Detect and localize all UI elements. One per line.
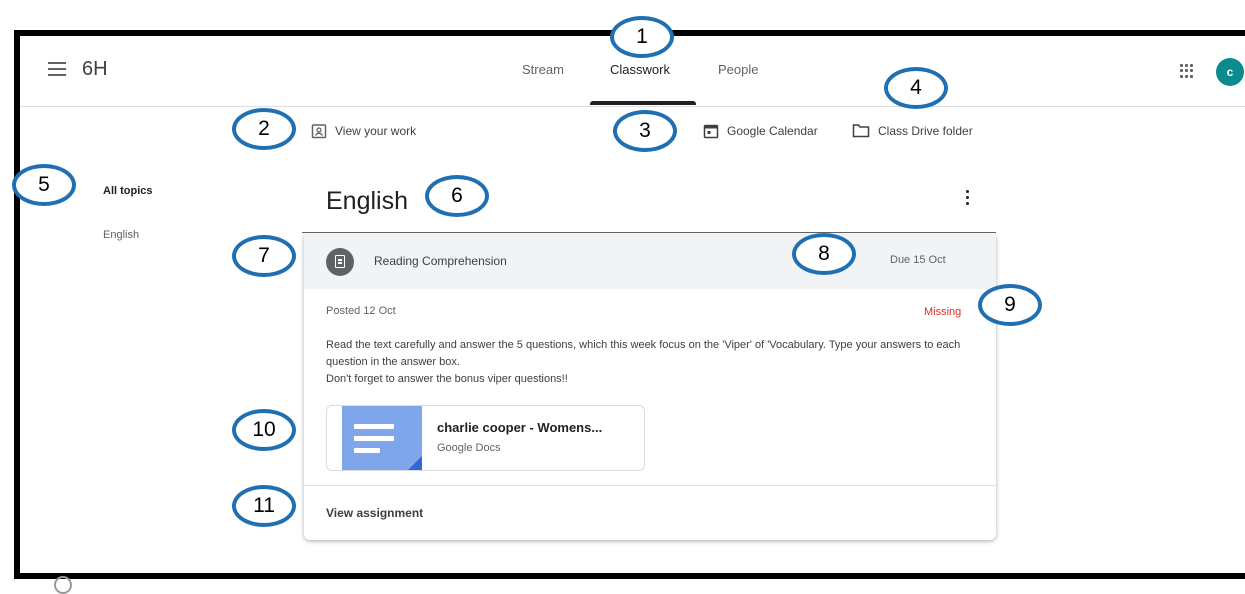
callout-2: 2: [232, 108, 296, 150]
attachment-card[interactable]: charlie cooper - Womens... Google Docs: [326, 405, 645, 471]
class-drive-folder-link[interactable]: Class Drive folder: [852, 123, 973, 138]
more-options-icon[interactable]: [966, 190, 970, 206]
attachment-type: Google Docs: [437, 442, 501, 454]
topic-section-title: English: [326, 187, 408, 215]
description-line: Read the text carefully and answer the 5…: [326, 339, 961, 368]
view-assignment-link[interactable]: View assignment: [326, 506, 423, 520]
active-tab-indicator: [590, 101, 696, 105]
callout-3: 3: [613, 110, 677, 152]
callout-11: 11: [232, 485, 296, 527]
assignment-header[interactable]: Reading Comprehension Due 15 Oct: [304, 235, 996, 289]
description-line: Don't forget to answer the bonus viper q…: [326, 373, 568, 385]
view-your-work-link[interactable]: View your work: [311, 123, 416, 139]
assignment-description: Read the text carefully and answer the 5…: [326, 337, 976, 388]
google-apps-icon[interactable]: [1180, 64, 1194, 78]
folder-icon: [852, 124, 870, 138]
view-your-work-label: View your work: [335, 124, 417, 138]
tab-classwork[interactable]: Classwork: [610, 62, 670, 77]
assignment-card: Reading Comprehension Due 15 Oct Posted …: [304, 235, 996, 540]
google-calendar-link[interactable]: Google Calendar: [703, 123, 818, 139]
assignment-ind-icon: [311, 124, 327, 139]
posted-date: Posted 12 Oct: [326, 305, 396, 317]
due-date: Due 15 Oct: [890, 254, 946, 266]
class-name: 6H: [82, 58, 108, 80]
callout-7: 7: [232, 235, 296, 277]
tab-stream[interactable]: Stream: [522, 62, 564, 77]
avatar[interactable]: c: [1216, 58, 1244, 86]
callout-5: 5: [12, 164, 76, 206]
section-divider: [302, 232, 996, 233]
google-calendar-label: Google Calendar: [727, 124, 818, 138]
hamburger-menu-icon[interactable]: [48, 62, 66, 76]
tab-people[interactable]: People: [718, 62, 758, 77]
calendar-icon: [703, 124, 719, 139]
assignment-title: Reading Comprehension: [374, 254, 507, 268]
attachment-title: charlie cooper - Womens...: [437, 420, 603, 435]
google-docs-thumbnail: [342, 406, 422, 470]
assignment-footer: View assignment: [304, 485, 996, 541]
callout-6: 6: [425, 175, 489, 217]
callout-10: 10: [232, 409, 296, 451]
status-badge: Missing: [924, 306, 962, 318]
class-drive-folder-label: Class Drive folder: [878, 123, 973, 138]
assignment-icon: [326, 248, 354, 276]
topic-english[interactable]: English: [103, 229, 139, 241]
callout-9: 9: [978, 284, 1042, 326]
callout-1: 1: [610, 16, 674, 58]
callout-8: 8: [792, 233, 856, 275]
callout-4: 4: [884, 67, 948, 109]
topic-all-topics[interactable]: All topics: [103, 185, 153, 197]
